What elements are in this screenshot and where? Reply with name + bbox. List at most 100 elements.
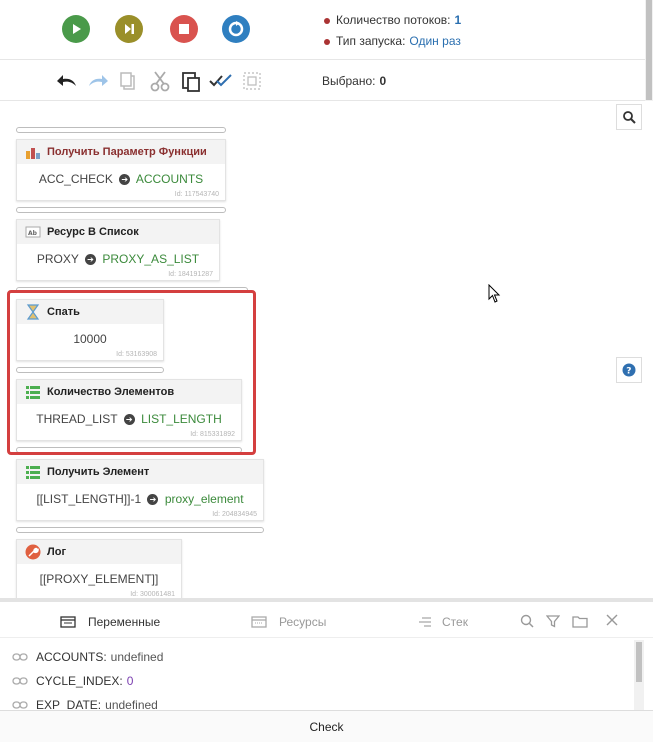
debug-panel: Переменные Ресурсы Стек ACCOUNTS: undefi… (0, 598, 653, 742)
threads-value[interactable]: 1 (455, 13, 462, 27)
arrow-right-icon: ➔ (85, 254, 97, 266)
selected-label: Выбрано: (322, 74, 376, 88)
folder-icon[interactable] (572, 614, 588, 628)
variable-value: undefined (110, 650, 164, 664)
svg-text:Ab: Ab (28, 230, 38, 237)
block-header[interactable]: Получить Параметр Функции (17, 140, 225, 164)
arrow-right-icon: ➔ (147, 494, 159, 506)
block-source: ACC_CHECK (38, 172, 113, 186)
undo-icon[interactable] (55, 69, 79, 93)
check-button[interactable]: Check (0, 710, 653, 742)
paste-icon[interactable] (179, 69, 203, 93)
block-id: Id: 204834945 (212, 511, 257, 518)
launch-status: Тип запуска: Один раз (324, 34, 461, 48)
variable-row[interactable]: ACCOUNTS: undefined (12, 650, 163, 664)
select-all-icon[interactable] (209, 69, 233, 93)
block-target: proxy_element (164, 492, 244, 506)
block-body: ACC_CHECK ➔ ACCOUNTS (17, 164, 225, 188)
block-value: [[PROXY_ELEMENT]] (39, 572, 159, 586)
threads-label: Количество потоков: (336, 13, 451, 27)
action-block[interactable]: Получить Параметр Функции ACC_CHECK ➔ AC… (16, 139, 226, 201)
deselect-icon[interactable] (240, 69, 264, 93)
restart-button[interactable] (222, 15, 250, 43)
tab-stack[interactable]: Стек (418, 615, 468, 629)
tab-label: Стек (442, 615, 468, 629)
action-block[interactable]: Лог [[PROXY_ELEMENT]] Id: 300061481 (16, 539, 182, 598)
block-title: Получить Параметр Функции (47, 146, 207, 158)
block-header[interactable]: Лог (17, 540, 181, 564)
variable-name: CYCLE_INDEX: (36, 674, 123, 688)
cut-icon[interactable] (148, 69, 172, 93)
variable-row[interactable]: CYCLE_INDEX: 0 (12, 674, 133, 688)
block-header[interactable]: Ab Ресурс В Список (17, 220, 219, 244)
variables-icon (60, 616, 76, 628)
block-source: [[LIST_LENGTH]]-1 (36, 492, 142, 506)
launch-value[interactable]: Один раз (409, 34, 460, 48)
mouse-cursor-icon (488, 283, 502, 307)
help-icon: ? (622, 363, 636, 377)
link-icon (12, 676, 28, 686)
close-icon[interactable] (606, 614, 618, 628)
block-source: PROXY (36, 252, 79, 266)
stack-icon (418, 616, 432, 628)
connector-rail[interactable] (16, 527, 264, 533)
scrollbar-thumb[interactable] (646, 0, 652, 100)
block-target: ACCOUNTS (135, 172, 204, 186)
connector-rail[interactable] (16, 207, 226, 213)
status-dot (324, 17, 330, 24)
tab-label: Переменные (88, 615, 161, 629)
script-canvas[interactable]: Получить Параметр Функции ACC_CHECK ➔ AC… (0, 101, 653, 598)
block-body: PROXY ➔ PROXY_AS_LIST (17, 244, 219, 268)
status-dot (324, 38, 330, 45)
wrench-icon (25, 544, 41, 560)
variable-value: 0 (126, 674, 134, 688)
action-block[interactable]: Ab Ресурс В Список PROXY ➔ PROXY_AS_LIST… (16, 219, 220, 281)
link-icon (12, 652, 28, 662)
threads-status: Количество потоков: 1 (324, 13, 461, 27)
block-body: [[LIST_LENGTH]]-1 ➔ proxy_element (17, 484, 263, 508)
search-button[interactable] (616, 104, 642, 130)
search-icon (623, 111, 636, 124)
help-button[interactable]: ? (616, 357, 642, 383)
resources-icon (251, 616, 267, 628)
stop-button[interactable] (170, 15, 198, 43)
scrollbar-thumb[interactable] (636, 642, 642, 682)
canvas-scrollbar[interactable] (645, 0, 653, 105)
launch-label: Тип запуска: (336, 34, 406, 48)
connector-rail[interactable] (16, 127, 226, 133)
selected-value: 0 (379, 74, 387, 88)
run-bar: Количество потоков: 1 Тип запуска: Один ра… (0, 0, 653, 60)
tab-label: Ресурсы (279, 615, 327, 629)
link-icon (12, 700, 28, 710)
step-button[interactable] (115, 15, 143, 43)
edit-toolbar: Выбрано: 0 (0, 61, 653, 101)
debug-tabs: Переменные Ресурсы Стек (0, 606, 653, 638)
block-target: PROXY_AS_LIST (102, 252, 200, 266)
svg-text:?: ? (626, 367, 631, 377)
action-block[interactable]: Получить Элемент [[LIST_LENGTH]]-1 ➔ pro… (16, 459, 264, 521)
play-button[interactable] (62, 15, 90, 43)
resource-icon: Ab (25, 224, 41, 240)
block-title: Получить Элемент (47, 466, 150, 478)
redo-icon[interactable] (86, 69, 110, 93)
selection-highlight (7, 290, 256, 455)
variables-scrollbar[interactable] (634, 640, 644, 710)
copy-icon[interactable] (116, 69, 140, 93)
block-id: Id: 117543740 (174, 191, 219, 198)
arrow-right-icon: ➔ (119, 174, 131, 186)
filter-icon[interactable] (546, 614, 560, 628)
block-body: [[PROXY_ELEMENT]] (17, 564, 181, 588)
search-icon[interactable] (520, 614, 534, 628)
tab-resources[interactable]: Ресурсы (251, 615, 326, 629)
tab-variables[interactable]: Переменные (60, 615, 160, 629)
list-icon (25, 464, 41, 480)
block-id: Id: 300061481 (130, 591, 175, 598)
block-title: Лог (47, 546, 67, 558)
selected-count: Выбрано: 0 (322, 74, 386, 88)
block-id: Id: 184191287 (168, 271, 213, 278)
variable-name: ACCOUNTS: (36, 650, 107, 664)
block-title: Ресурс В Список (47, 226, 139, 238)
block-header[interactable]: Получить Элемент (17, 460, 263, 484)
function-param-icon (25, 144, 41, 160)
panel-tools (520, 614, 618, 628)
